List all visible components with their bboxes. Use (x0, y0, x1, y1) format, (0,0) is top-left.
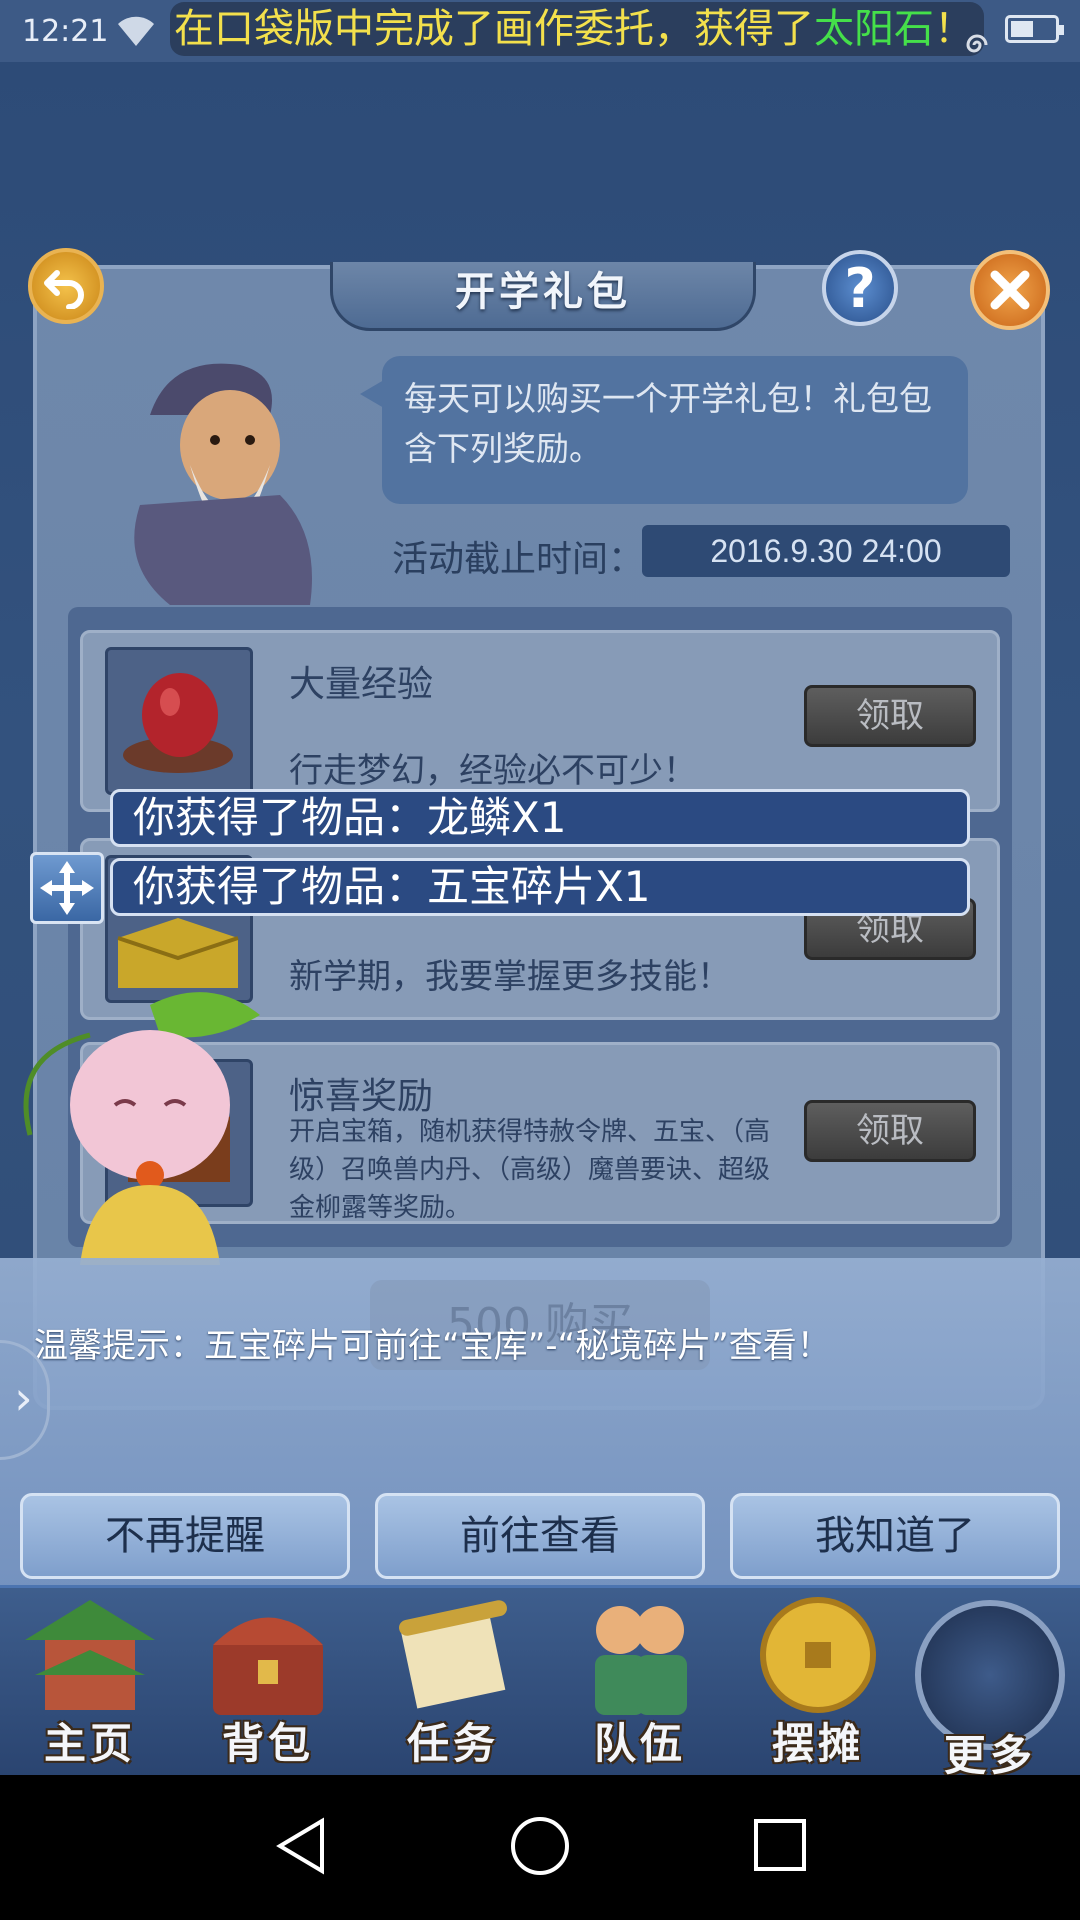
nav-quest[interactable]: 任务 (368, 1590, 538, 1775)
system-nav-bar (0, 1775, 1080, 1920)
system-marquee: 在口袋版中完成了画作委托，获得了太阳石！ (170, 2, 988, 56)
recents-square-icon[interactable] (752, 1817, 808, 1873)
back-arrow-icon (44, 270, 84, 309)
npc-speech-bubble: 每天可以购买一个开学礼包！礼包包含下列奖励。 (360, 356, 968, 504)
spiral-icon (966, 34, 988, 53)
coin-icon (760, 1597, 876, 1713)
close-icon (990, 270, 1030, 310)
back-button[interactable] (28, 248, 104, 324)
deadline-label: 活动截止时间： (392, 539, 645, 580)
nav-stall[interactable]: 摆摊 (733, 1590, 903, 1775)
elder-npc-avatar (134, 363, 312, 605)
reward-name: 大量经验 (289, 664, 434, 705)
home-circle-icon[interactable] (509, 1815, 571, 1877)
go-view-button[interactable]: 前往查看 (375, 1493, 705, 1579)
nav-more[interactable]: 更多 (905, 1590, 1075, 1780)
team-icon (595, 1606, 687, 1715)
reward-item-experience: 大量经验 行走梦幻，经验必不可少！ 领取 (80, 630, 1000, 812)
pagoda-icon (25, 1600, 155, 1710)
item-obtained-notice: 你获得了物品：五宝碎片X1 (110, 858, 970, 916)
reward-description: 开启宝箱，随机获得特赦令牌、五宝、（高级）召唤兽内丹、（高级）魔兽要诀、超级金柳… (289, 1117, 771, 1223)
nav-label: 主页 (43, 1719, 136, 1768)
got-it-button[interactable]: 我知道了 (730, 1493, 1060, 1579)
claim-button[interactable]: 领取 (804, 685, 976, 747)
nav-label: 任务 (406, 1719, 499, 1768)
wifi-icon (118, 16, 154, 46)
marquee-highlight: 太阳石 (814, 6, 934, 52)
reward-description: 行走梦幻，经验必不可少！ (289, 751, 697, 791)
clock: 12:21 (22, 14, 109, 49)
help-button[interactable]: ? (822, 250, 898, 326)
deadline-value: 2016.9.30 24:00 (642, 525, 1010, 577)
nav-bag[interactable]: 背包 (183, 1590, 353, 1775)
reward-description: 新学期，我要掌握更多技能！ (289, 957, 731, 997)
item-obtained-notice: 你获得了物品：龙鳞X1 (110, 789, 970, 847)
dont-remind-button[interactable]: 不再提醒 (20, 1493, 350, 1579)
close-button[interactable] (970, 250, 1050, 330)
nav-label: 更多 (943, 1731, 1036, 1780)
battery-icon (1005, 15, 1064, 43)
nav-label: 摆摊 (771, 1719, 864, 1768)
move-arrows-icon[interactable] (30, 852, 104, 924)
scroll-icon (399, 1600, 507, 1709)
nav-label: 背包 (221, 1719, 314, 1768)
red-fruit-icon (105, 647, 253, 795)
tip-text: 温馨提示：五宝碎片可前往“宝库”-“秘境碎片”查看！ (34, 1326, 831, 1366)
back-triangle-icon[interactable] (272, 1815, 332, 1877)
status-bar: 12:21 在口袋版中完成了画作委托，获得了太阳石！ (0, 0, 1080, 62)
guide-sprite-character (23, 992, 260, 1265)
nav-home[interactable]: 主页 (5, 1590, 175, 1775)
nav-label: 队伍 (593, 1719, 686, 1768)
claim-button[interactable]: 领取 (804, 1100, 976, 1162)
marquee-text: 在口袋版中完成了画作委托，获得了 (174, 6, 814, 52)
nav-team[interactable]: 队伍 (555, 1590, 725, 1775)
dialog-title: 开学礼包 (330, 262, 756, 331)
reward-name: 惊喜奖励 (289, 1076, 434, 1117)
chest-icon (213, 1617, 323, 1715)
